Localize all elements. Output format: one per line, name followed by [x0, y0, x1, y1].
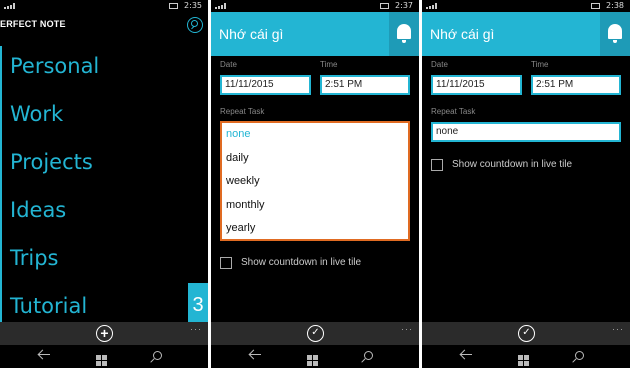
- reminder-header: Nhớ cái gì: [211, 12, 419, 56]
- countdown-checkbox[interactable]: [220, 257, 232, 269]
- system-nav-bar: [422, 345, 630, 368]
- time-picker[interactable]: 2:51 PM: [320, 75, 410, 95]
- repeat-option-daily[interactable]: daily: [222, 147, 408, 171]
- date-picker[interactable]: 11/11/2015: [431, 75, 522, 95]
- time-picker[interactable]: 2:51 PM: [531, 75, 621, 95]
- search-button[interactable]: [153, 349, 162, 363]
- date-picker[interactable]: 11/11/2015: [220, 75, 311, 95]
- time-label: Time: [531, 60, 549, 69]
- repeat-option-monthly[interactable]: monthly: [222, 194, 408, 218]
- windows-logo-icon: [518, 355, 529, 366]
- countdown-label: Show countdown in live tile: [452, 159, 573, 170]
- signal-icon: [426, 3, 437, 9]
- status-time: 2:35: [184, 1, 202, 10]
- search-button[interactable]: [364, 349, 373, 363]
- back-button[interactable]: [38, 349, 50, 363]
- repeat-option-yearly[interactable]: yearly: [222, 217, 408, 241]
- back-button[interactable]: [460, 349, 472, 363]
- status-bar: 2:35: [0, 0, 208, 12]
- app-bar: + ···: [0, 322, 208, 345]
- start-button[interactable]: [307, 349, 318, 366]
- search-icon: [575, 351, 584, 360]
- repeat-select[interactable]: none: [431, 122, 621, 142]
- category-label: Work: [10, 102, 64, 126]
- note-count-badge: 3: [188, 283, 208, 323]
- page-title: Nhớ cái gì: [430, 26, 495, 42]
- more-button[interactable]: ···: [401, 324, 413, 334]
- battery-icon: [169, 3, 178, 9]
- check-icon[interactable]: ✓: [307, 325, 324, 342]
- repeat-dropdown-list[interactable]: none daily weekly monthly yearly: [220, 121, 410, 241]
- repeat-option-weekly[interactable]: weekly: [222, 170, 408, 194]
- search-icon: [364, 351, 373, 360]
- category-item-ideas[interactable]: Ideas: [0, 190, 208, 238]
- status-time: 2:38: [606, 1, 624, 10]
- system-nav-bar: [211, 345, 419, 368]
- countdown-label: Show countdown in live tile: [241, 257, 362, 268]
- battery-icon: [591, 3, 600, 9]
- back-icon: [249, 350, 261, 360]
- home-screen: 2:35 ERFECT NOTE Personal Work Projects …: [0, 0, 208, 368]
- category-label: Trips: [10, 246, 59, 270]
- signal-icon: [215, 3, 226, 9]
- search-button[interactable]: [575, 349, 584, 363]
- status-bar: 2:38: [422, 0, 630, 12]
- status-bar: 2:37: [211, 0, 419, 12]
- start-button[interactable]: [96, 349, 107, 366]
- bell-icon: [397, 24, 411, 43]
- reminder-button[interactable]: [600, 12, 630, 56]
- more-button[interactable]: ···: [190, 324, 202, 334]
- category-label: Personal: [10, 54, 100, 78]
- back-icon: [460, 350, 472, 360]
- windows-logo-icon: [96, 355, 107, 366]
- category-item-projects[interactable]: Projects: [0, 142, 208, 190]
- date-label: Date: [431, 60, 448, 69]
- category-label: Ideas: [10, 198, 67, 222]
- reminder-header: Nhớ cái gì: [422, 12, 630, 56]
- category-label: Tutorial: [10, 294, 88, 318]
- time-label: Time: [320, 60, 338, 69]
- status-time: 2:37: [395, 1, 413, 10]
- battery-icon: [380, 3, 389, 9]
- system-nav-bar: [0, 345, 208, 368]
- start-button[interactable]: [518, 349, 529, 366]
- category-item-work[interactable]: Work: [0, 94, 208, 142]
- repeat-label: Repeat Task: [431, 107, 476, 116]
- reminder-screen-dropdown-open: 2:37 Nhớ cái gì Date 11/11/2015 Time 2:5…: [211, 0, 419, 368]
- category-item-trips[interactable]: Trips: [0, 238, 208, 286]
- reminder-screen: 2:38 Nhớ cái gì Date 11/11/2015 Time 2:5…: [422, 0, 630, 368]
- countdown-checkbox[interactable]: [431, 159, 443, 171]
- repeat-label: Repeat Task: [220, 107, 265, 116]
- back-icon: [38, 350, 50, 360]
- app-title: ERFECT NOTE: [0, 19, 66, 29]
- bell-icon: [608, 24, 622, 43]
- search-icon[interactable]: [187, 17, 203, 33]
- more-button[interactable]: ···: [612, 324, 624, 334]
- category-item-personal[interactable]: Personal: [0, 46, 208, 94]
- category-label: Projects: [10, 150, 93, 174]
- category-list: Personal Work Projects Ideas Trips Tutor…: [0, 46, 208, 334]
- signal-icon: [4, 3, 15, 9]
- add-icon[interactable]: +: [96, 325, 113, 342]
- repeat-option-none[interactable]: none: [222, 123, 408, 147]
- back-button[interactable]: [249, 349, 261, 363]
- check-icon[interactable]: ✓: [518, 325, 535, 342]
- page-title: Nhớ cái gì: [219, 26, 284, 42]
- reminder-button[interactable]: [389, 12, 419, 56]
- windows-logo-icon: [307, 355, 318, 366]
- app-bar: ✓ ···: [422, 322, 630, 345]
- search-icon: [153, 351, 162, 360]
- date-label: Date: [220, 60, 237, 69]
- app-bar: ✓ ···: [211, 322, 419, 345]
